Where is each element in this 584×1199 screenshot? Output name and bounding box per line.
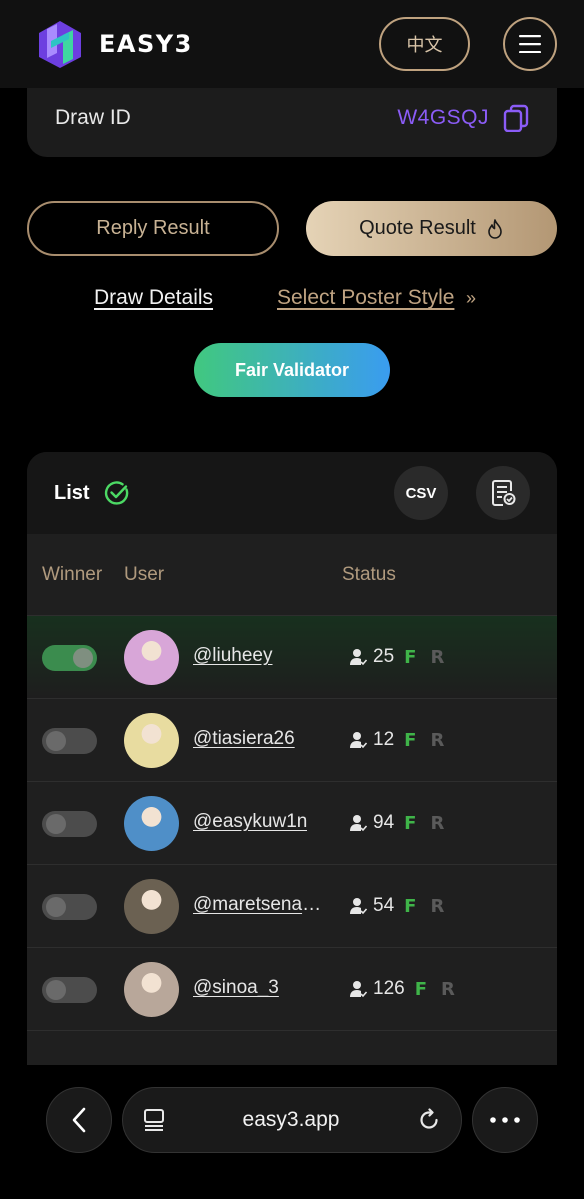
winner-toggle[interactable]	[42, 811, 97, 837]
draw-links: Draw Details Select Poster Style »	[0, 286, 584, 316]
quote-result-button[interactable]: Quote Result	[306, 201, 557, 256]
user-icon	[350, 981, 367, 998]
copy-icon[interactable]	[503, 104, 529, 132]
draw-id-label: Draw ID	[55, 105, 131, 129]
easy3-logo-icon[interactable]	[37, 19, 83, 69]
toggle-knob	[73, 648, 93, 668]
more-dots-icon	[490, 1117, 520, 1123]
user-icon	[350, 898, 367, 915]
retweet-badge: R	[430, 646, 445, 668]
draw-details-link[interactable]: Draw Details	[94, 286, 213, 310]
list-title: List	[54, 481, 90, 504]
retweet-badge: R	[441, 978, 455, 1000]
participant-list-panel: List CSV Winner User Status @liuheey 25 …	[27, 452, 557, 1152]
check-circle-icon	[104, 481, 128, 505]
winner-toggle[interactable]	[42, 894, 97, 920]
table-row: @maretsenayo… 54 F R	[27, 865, 557, 948]
retweet-badge: R	[430, 729, 445, 751]
user-handle-link[interactable]: @easykuw1n	[193, 811, 307, 833]
url-text: easy3.app	[242, 1108, 340, 1131]
avatar[interactable]	[124, 796, 179, 851]
follow-badge: F	[404, 646, 417, 668]
follower-count: 94	[373, 812, 395, 833]
chevron-left-icon	[72, 1107, 86, 1133]
follow-badge: F	[404, 812, 417, 834]
reload-icon[interactable]	[417, 1108, 441, 1132]
participant-rows: @liuheey 25 F R @tiasiera26 12 F R @easy…	[27, 616, 557, 1031]
app-header: EASY3 中文	[0, 0, 584, 88]
table-row: @tiasiera26 12 F R	[27, 699, 557, 782]
user-icon	[350, 815, 367, 832]
select-poster-style-link[interactable]: Select Poster Style	[277, 286, 454, 310]
user-icon	[350, 649, 367, 666]
user-status: 126 F R	[349, 978, 455, 1000]
double-chevron-right-icon: »	[466, 288, 477, 308]
table-row: @easykuw1n 94 F R	[27, 782, 557, 865]
user-status: 94 F R	[349, 812, 444, 834]
user-status: 25 F R	[349, 646, 444, 668]
hamburger-icon	[519, 35, 541, 53]
result-actions: Reply Result Quote Result	[27, 201, 557, 256]
user-status: 54 F R	[349, 895, 444, 917]
toggle-knob	[46, 814, 66, 834]
quote-result-label: Quote Result	[359, 217, 476, 239]
language-button[interactable]: 中文	[379, 17, 470, 71]
avatar[interactable]	[124, 713, 179, 768]
column-header-status: Status	[342, 564, 396, 585]
address-bar[interactable]: easy3.app	[122, 1087, 462, 1153]
follower-count: 25	[373, 646, 395, 667]
toggle-knob	[46, 731, 66, 751]
user-status: 12 F R	[349, 729, 444, 751]
retweet-badge: R	[430, 812, 445, 834]
user-handle-link[interactable]: @tiasiera26	[193, 728, 295, 750]
winner-toggle[interactable]	[42, 977, 97, 1003]
avatar[interactable]	[124, 630, 179, 685]
fair-validator-button[interactable]: Fair Validator	[194, 343, 390, 397]
user-handle-link[interactable]: @liuheey	[193, 645, 273, 667]
follow-badge: F	[414, 978, 427, 1000]
follower-count: 12	[373, 729, 395, 750]
toggle-knob	[46, 980, 66, 1000]
column-header-user: User	[124, 564, 165, 585]
report-button[interactable]	[476, 466, 530, 520]
draw-id-card: Draw ID W4GSQJ	[27, 78, 557, 157]
list-column-headers: Winner User Status	[27, 534, 557, 616]
user-handle-link[interactable]: @maretsenayo…	[193, 894, 323, 916]
retweet-badge: R	[430, 895, 445, 917]
csv-export-button[interactable]: CSV	[394, 466, 448, 520]
follow-badge: F	[404, 895, 417, 917]
reply-result-button[interactable]: Reply Result	[27, 201, 279, 256]
column-header-winner: Winner	[42, 564, 103, 585]
winner-toggle[interactable]	[42, 645, 97, 671]
list-header: List CSV	[27, 452, 557, 534]
follower-count: 126	[373, 978, 405, 999]
table-row: @sinoa_3 126 F R	[27, 948, 557, 1031]
follow-badge: F	[404, 729, 417, 751]
document-icon	[492, 480, 516, 506]
toggle-knob	[46, 897, 66, 917]
follower-count: 54	[373, 895, 395, 916]
tabs-icon	[144, 1109, 164, 1131]
avatar[interactable]	[124, 962, 179, 1017]
avatar[interactable]	[124, 879, 179, 934]
menu-button[interactable]	[503, 17, 557, 71]
user-handle-link[interactable]: @sinoa_3	[193, 977, 279, 999]
user-icon	[350, 732, 367, 749]
more-options-button[interactable]	[472, 1087, 538, 1153]
draw-id-value: W4GSQJ	[397, 105, 489, 129]
table-row: @liuheey 25 F R	[27, 616, 557, 699]
brand-name: EASY3	[99, 30, 193, 58]
back-button[interactable]	[46, 1087, 112, 1153]
flame-icon	[488, 218, 502, 239]
browser-toolbar: easy3.app	[0, 1065, 584, 1199]
winner-toggle[interactable]	[42, 728, 97, 754]
